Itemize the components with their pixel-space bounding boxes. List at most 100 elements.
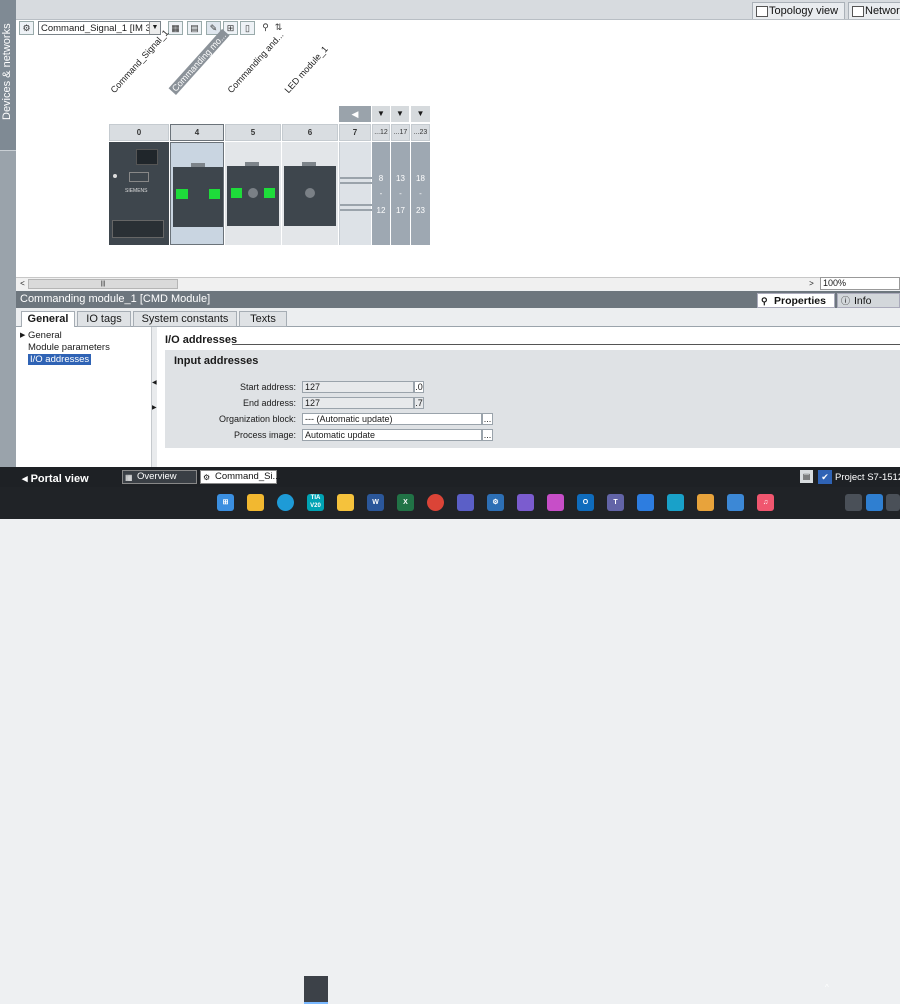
ext-slots-13-17[interactable]: 13 - 17	[391, 142, 410, 245]
slot-header-7: 7	[339, 124, 371, 141]
organization-block-field[interactable]: --- (Automatic update)	[302, 413, 482, 425]
nav-io-addresses[interactable]: I/O addresses	[28, 354, 92, 365]
green-button-icon	[264, 188, 275, 198]
portal-view-label: Portal view	[30, 473, 89, 485]
calendar-icon[interactable]	[727, 494, 744, 511]
scroll-left-arrow-icon[interactable]: <	[17, 279, 28, 289]
tag-table-icon[interactable]: ▤	[187, 21, 202, 35]
ext-slot-dash: -	[379, 189, 383, 198]
network-view-tab[interactable]: Network	[848, 2, 900, 19]
start-address-bit[interactable]: .0	[414, 381, 424, 393]
process-image-value: Automatic update	[305, 430, 376, 440]
scrollbar-thumb[interactable]: |||	[28, 279, 178, 289]
ext-slots-18-23[interactable]: 18 - 23	[411, 142, 430, 245]
tray-icon-3[interactable]	[886, 494, 900, 511]
network-app-icon[interactable]	[667, 494, 684, 511]
commanding-module-selected[interactable]	[170, 142, 224, 245]
device-select[interactable]: Command_Signal_1 [IM 3SU1 I ▼	[38, 21, 161, 35]
ext-slots-8-12[interactable]: 8 - 12	[372, 142, 390, 245]
edge-icon[interactable]	[277, 494, 294, 511]
start-address-field[interactable]: 127	[302, 381, 414, 393]
expand-slot-18-icon[interactable]: ▼	[411, 106, 430, 122]
device-view-icon[interactable]: ⚙	[19, 21, 34, 35]
io-addresses-heading: I/O addresses	[165, 334, 238, 346]
vscode-icon[interactable]	[637, 494, 654, 511]
tab-texts[interactable]: Texts	[239, 311, 287, 327]
topology-view-label: Topology view	[769, 5, 839, 17]
details-icon[interactable]: ▤	[800, 470, 813, 483]
expand-arrow-icon[interactable]: ▶	[20, 331, 25, 339]
ext-slot-start: 18	[416, 174, 425, 183]
tab-general[interactable]: General	[21, 311, 75, 327]
page-break-icon[interactable]: ▯	[240, 21, 255, 35]
tray-icon-1[interactable]	[845, 494, 862, 511]
command-signal-tab[interactable]: ⚙ Command_Si...	[200, 470, 281, 484]
copilot-icon[interactable]	[547, 494, 564, 511]
tab-system-constants[interactable]: System constants	[133, 311, 237, 327]
info-tab[interactable]: ⓘ Info	[837, 293, 900, 308]
module-name-commanding-and[interactable]: Commanding and...	[226, 30, 286, 95]
table-icon[interactable]: ▦	[168, 21, 183, 35]
tray-icon-2[interactable]	[866, 494, 883, 511]
module-name-led-module[interactable]: LED module_1	[283, 44, 330, 95]
expand-right-icon[interactable]: ▶	[152, 404, 157, 411]
chrome-icon[interactable]	[427, 494, 444, 511]
horizontal-scrollbar[interactable]: < ||| >	[16, 277, 820, 290]
expand-slot-8-icon[interactable]: ▼	[372, 106, 390, 122]
process-image-browse-button[interactable]: ...	[482, 429, 493, 441]
zoom-level-input[interactable]: 100%	[820, 277, 900, 290]
app-icon[interactable]	[517, 494, 534, 511]
network-view-label: Network	[865, 5, 900, 17]
word-icon[interactable]: W	[367, 494, 384, 511]
music-icon[interactable]: ♫	[757, 494, 774, 511]
module-name-command-signal[interactable]: Command_Signal_1	[109, 28, 171, 95]
tab-io-tags[interactable]: IO tags	[77, 311, 131, 327]
tia-portal-taskbar-button[interactable]	[304, 976, 328, 1004]
settings-icon[interactable]: ⚙	[487, 494, 504, 511]
device-toolbar: ⚙ Command_Signal_1 [IM 3SU1 I ▼ ▦ ▤ ✎ ⊞ …	[16, 20, 900, 37]
topology-view-tab[interactable]: Topology view	[752, 2, 845, 19]
slot-header-0: 0	[109, 124, 169, 141]
tia-portal-icon[interactable]: TIA V20	[307, 494, 324, 511]
scroll-right-arrow-icon[interactable]: >	[806, 279, 817, 289]
module-name-commanding-module-selected[interactable]: Commanding mo...	[168, 28, 230, 95]
end-address-value: 127	[305, 398, 321, 408]
overview-tab[interactable]: ▦ Overview	[122, 470, 197, 484]
commanding-and-module[interactable]	[225, 142, 281, 245]
nav-module-parameters[interactable]: Module parameters	[28, 342, 110, 353]
chevron-left-icon: ◂	[22, 473, 31, 485]
slot-header-6: 6	[282, 124, 338, 141]
windows-start-icon[interactable]: ⊞	[217, 494, 234, 511]
end-address-field: 127	[302, 397, 414, 409]
teams-icon[interactable]: T	[607, 494, 624, 511]
connector-icon	[129, 172, 149, 182]
files-icon[interactable]	[697, 494, 714, 511]
portal-view-button[interactable]: ◂ Portal view	[22, 472, 89, 485]
organization-block-browse-button[interactable]: ...	[482, 413, 493, 425]
inspector-title: Commanding module_1 [CMD Module]	[20, 293, 211, 305]
properties-tab[interactable]: ⚲ Properties	[757, 293, 835, 308]
scroll-left-icon[interactable]: ◀	[339, 106, 371, 122]
zoom-level-value: 100%	[823, 278, 847, 288]
nav-general[interactable]: General	[28, 330, 62, 341]
devices-networks-tab[interactable]: Devices & networks	[0, 0, 16, 151]
interface-module[interactable]: SIEMENS	[109, 142, 169, 245]
empty-slot-7[interactable]	[339, 142, 372, 245]
command-signal-tab-label: Command_Si...	[215, 471, 281, 482]
file-explorer-icon[interactable]	[247, 494, 264, 511]
tab-general-label: General	[27, 313, 69, 325]
overview-icon: ▦	[125, 473, 133, 482]
excel-icon[interactable]: X	[397, 494, 414, 511]
led-module[interactable]	[282, 142, 338, 245]
expand-slot-13-icon[interactable]: ▼	[391, 106, 409, 122]
organization-block-value: --- (Automatic update)	[305, 414, 393, 424]
process-image-field[interactable]: Automatic update	[302, 429, 482, 441]
scrollbar-grip: |||	[100, 281, 106, 287]
power-bi-icon[interactable]	[337, 494, 354, 511]
collapse-left-icon[interactable]: ◀	[152, 379, 157, 386]
ext-slot-dash: -	[419, 189, 422, 198]
outlook-icon[interactable]: O	[577, 494, 594, 511]
tray-chevron-icon[interactable]: ^	[825, 983, 829, 992]
windows-taskbar: ⊞ TIA V20 W X ⚙ O T ♫ ^	[0, 487, 900, 1004]
media-icon[interactable]	[457, 494, 474, 511]
